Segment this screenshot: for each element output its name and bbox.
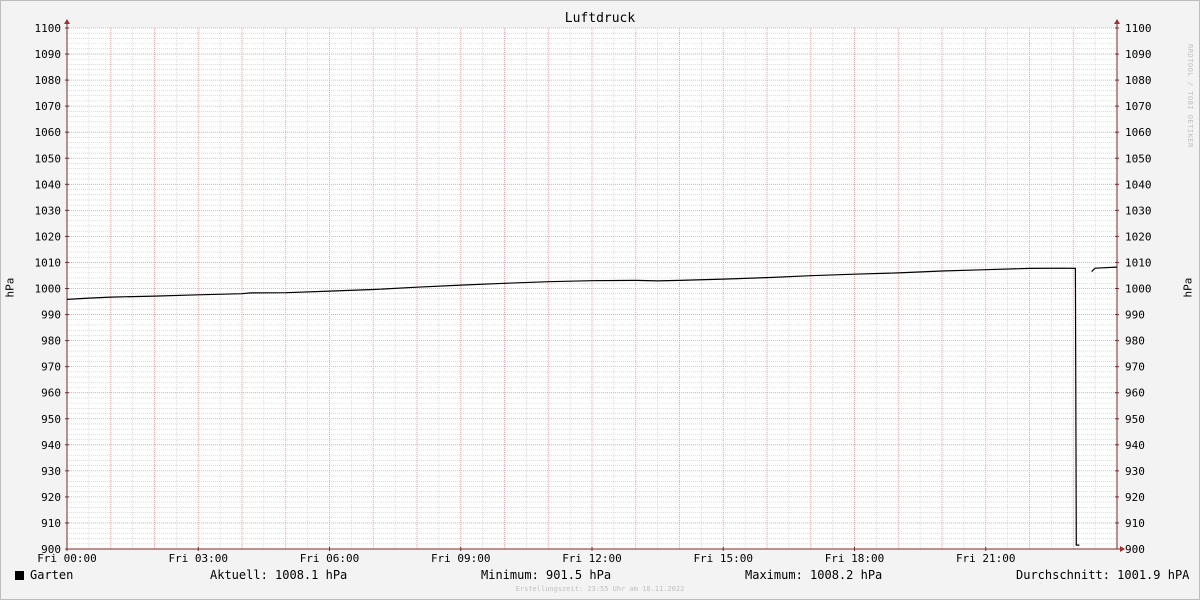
x-tick-label: Fri 15:00 (693, 552, 753, 565)
y-tick-label-right: 1080 (1125, 74, 1152, 87)
x-tick-label: Fri 12:00 (562, 552, 622, 565)
x-tick-label: Fri 09:00 (431, 552, 491, 565)
y-tick-label-left: 1030 (35, 204, 62, 217)
x-tick-label: Fri 03:00 (168, 552, 228, 565)
y-tick-label-left: 910 (41, 517, 61, 530)
y-tick-label-left: 1070 (35, 100, 62, 113)
y-tick-label-left: 950 (41, 413, 61, 426)
y-tick-label-right: 950 (1125, 413, 1145, 426)
legend-series-name: Garten (30, 568, 74, 582)
y-tick-label-right: 900 (1125, 543, 1145, 556)
y-tick-label-left: 1040 (35, 178, 62, 191)
y-tick-label-right: 1060 (1125, 126, 1152, 139)
y-tick-label-right: 1040 (1125, 178, 1152, 191)
y-tick-label-left: 940 (41, 439, 61, 452)
y-tick-label-right: 1030 (1125, 204, 1152, 217)
y-tick-label-left: 1050 (35, 152, 62, 165)
y-axis-arrow-left (64, 19, 70, 24)
y-tick-label-right: 1100 (1125, 22, 1152, 35)
y-tick-label-right: 910 (1125, 517, 1145, 530)
y-tick-label-left: 1020 (35, 230, 62, 243)
y-tick-label-right: 970 (1125, 361, 1145, 374)
y-tick-label-right: 1050 (1125, 152, 1152, 165)
chart-plot: 900 900910 910920 920930 930940 940950 950960 9… (35, 19, 1152, 565)
y-tick-label-left: 920 (41, 491, 61, 504)
y-tick-label-left: 990 (41, 309, 61, 322)
y-tick-label-right: 1070 (1125, 100, 1152, 113)
y-tick-label-right: 1090 (1125, 48, 1152, 61)
y-tick-label-right: 1010 (1125, 256, 1152, 269)
y-tick-label-left: 1010 (35, 256, 62, 269)
y-tick-label-left: 1060 (35, 126, 62, 139)
y-tick-label-right: 980 (1125, 335, 1145, 348)
legend-minimum: Minimum: 901.5 hPa (481, 568, 612, 582)
x-tick-label: Fri 06:00 (300, 552, 360, 565)
y-tick-label-left: 960 (41, 387, 61, 400)
y-tick-label-left: 1080 (35, 74, 62, 87)
footer-timestamp: Erstellungszeit: 23:55 Uhr am 18.11.2022 (515, 585, 685, 593)
y-tick-label-left: 980 (41, 335, 61, 348)
legend-average: Durchschnitt: 1001.9 hPA (1016, 568, 1190, 582)
y-tick-label-right: 1020 (1125, 230, 1152, 243)
x-tick-label: Fri 00:00 (37, 552, 97, 565)
y-axis-arrow-right (1114, 19, 1120, 24)
y-tick-label-right: 990 (1125, 309, 1145, 322)
legend-maximum: Maximum: 1008.2 hPa (745, 568, 883, 582)
grid-layer (67, 27, 1117, 550)
y-tick-label-right: 960 (1125, 387, 1145, 400)
x-tick-label: Fri 21:00 (956, 552, 1016, 565)
legend-swatch (15, 571, 24, 580)
y-tick-label-left: 1000 (35, 283, 62, 296)
x-tick-label: Fri 18:00 (825, 552, 885, 565)
y-tick-label-right: 920 (1125, 491, 1145, 504)
y-tick-label-right: 1000 (1125, 283, 1152, 296)
y-tick-label-left: 930 (41, 465, 61, 478)
y-tick-label-right: 930 (1125, 465, 1145, 478)
y-tick-label-left: 970 (41, 361, 61, 374)
y-tick-label-left: 1090 (35, 48, 62, 61)
y-tick-label-left: 1100 (35, 22, 62, 35)
y-tick-label-right: 940 (1125, 439, 1145, 452)
legend-current: Aktuell: 1008.1 hPa (210, 568, 348, 582)
